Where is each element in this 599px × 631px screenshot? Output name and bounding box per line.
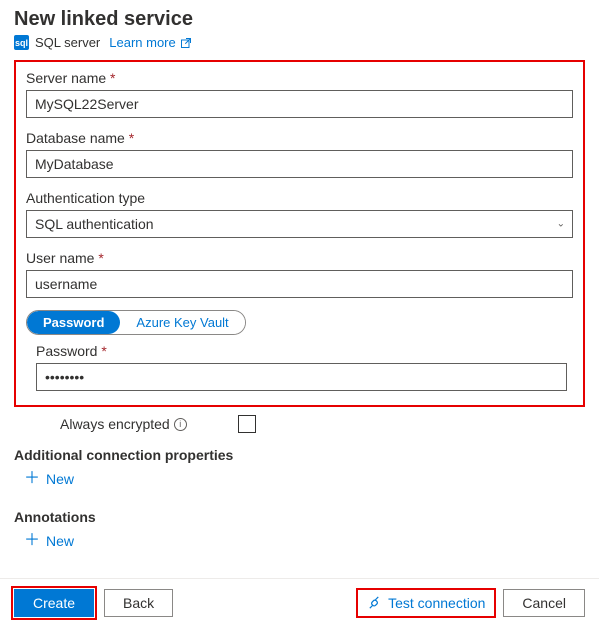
service-type-label: SQL server — [35, 35, 100, 50]
add-connection-property-button[interactable]: ＋ New — [24, 471, 74, 487]
always-encrypted-label: Always encrypted — [60, 416, 170, 432]
back-button[interactable]: Back — [104, 589, 173, 617]
server-name-label: Server name * — [26, 70, 573, 86]
annotations-label: Annotations — [14, 509, 585, 525]
footer-bar: Create Back Test connection Cancel — [0, 578, 599, 631]
server-name-input[interactable] — [26, 90, 573, 118]
tab-password[interactable]: Password — [27, 311, 120, 334]
always-encrypted-checkbox[interactable] — [238, 415, 256, 433]
page-title: New linked service — [14, 8, 585, 31]
user-name-input[interactable] — [26, 270, 573, 298]
auth-type-select[interactable] — [26, 210, 573, 238]
additional-connection-properties-label: Additional connection properties — [14, 447, 585, 463]
user-name-label: User name * — [26, 250, 573, 266]
password-label: Password * — [36, 343, 567, 359]
database-name-label: Database name * — [26, 130, 573, 146]
credentials-highlight-region: Server name * Database name * Authentica… — [14, 60, 585, 407]
plus-icon: ＋ — [24, 471, 40, 487]
external-link-icon — [180, 37, 192, 49]
plug-icon — [367, 596, 382, 611]
tab-azure-key-vault[interactable]: Azure Key Vault — [120, 311, 244, 334]
plus-icon: ＋ — [24, 533, 40, 549]
test-connection-button[interactable]: Test connection — [359, 591, 493, 615]
auth-type-label: Authentication type — [26, 190, 573, 206]
password-source-toggle: Password Azure Key Vault — [26, 310, 246, 335]
cancel-button[interactable]: Cancel — [503, 589, 585, 617]
sql-server-icon: sql — [14, 35, 29, 50]
learn-more-label: Learn more — [109, 35, 175, 50]
learn-more-link[interactable]: Learn more — [109, 35, 191, 50]
info-icon[interactable]: i — [174, 418, 187, 431]
create-button[interactable]: Create — [14, 589, 94, 617]
add-annotation-button[interactable]: ＋ New — [24, 533, 74, 549]
password-input[interactable] — [36, 363, 567, 391]
database-name-input[interactable] — [26, 150, 573, 178]
